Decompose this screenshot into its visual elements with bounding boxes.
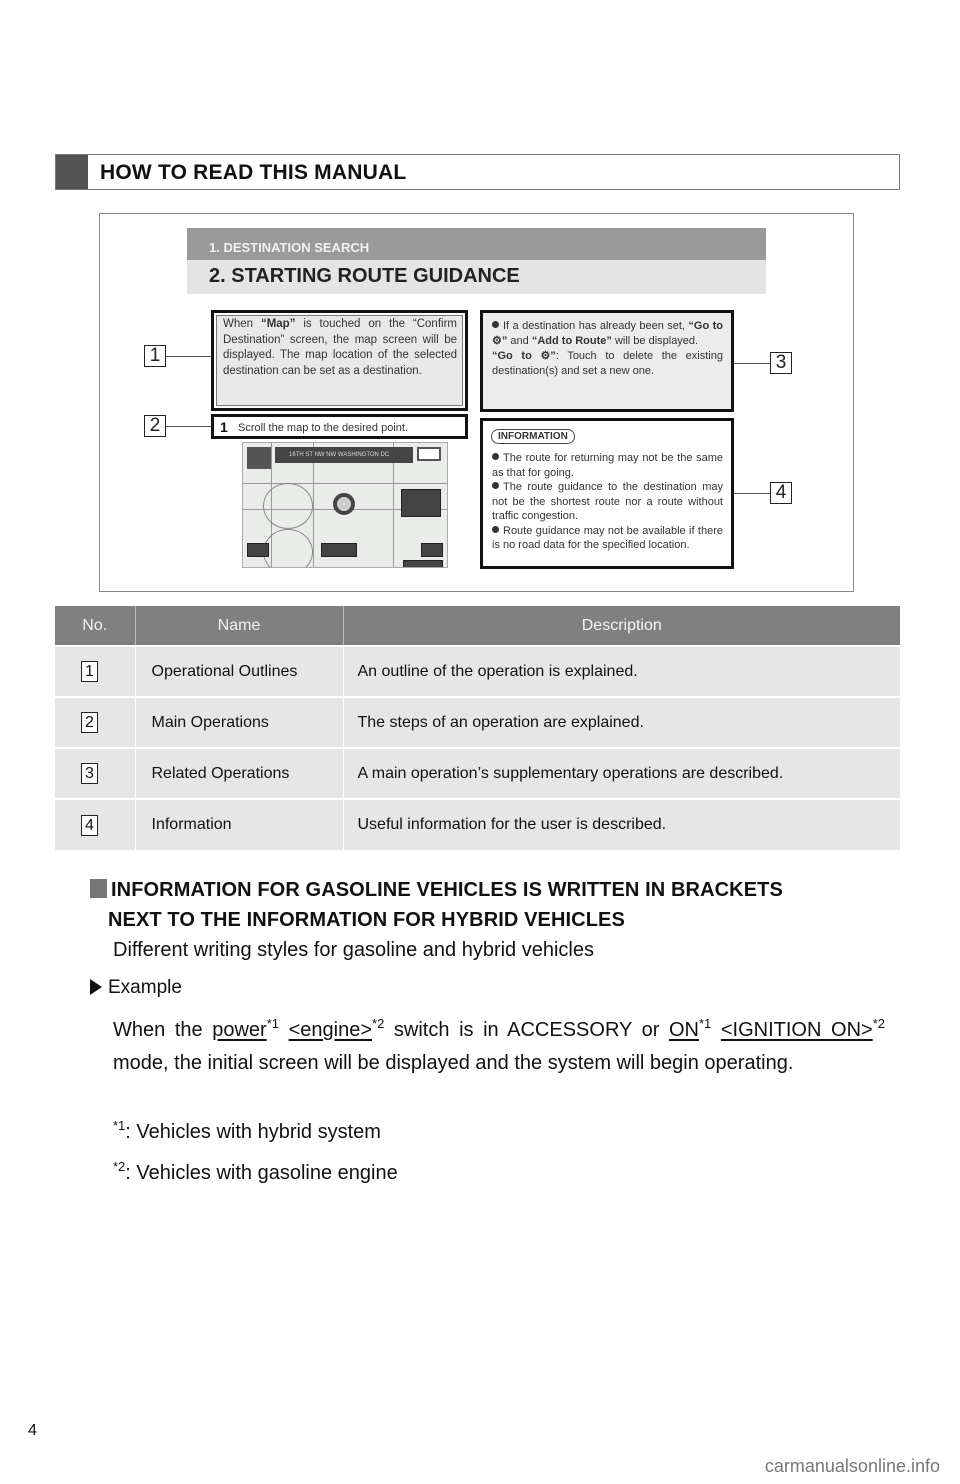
manual-illustration: 1. DESTINATION SEARCH 2. STARTING ROUTE … <box>99 213 854 592</box>
row-description: The steps of an operation are explained. <box>343 696 900 748</box>
information-label: INFORMATION <box>491 429 575 444</box>
example-paragraph: When the power*1 <engine>*2 switch is in… <box>113 1016 885 1074</box>
table-row: 1 Operational Outlines An outline of the… <box>55 645 900 697</box>
column-header-name: Name <box>135 606 344 646</box>
map-input-location-button <box>401 489 441 517</box>
row-number-box: 2 <box>81 712 98 733</box>
section-header-tab <box>56 155 88 189</box>
map-screen-image: 16TH ST NW NW WASHINGTON DC <box>242 442 448 568</box>
row-description: Useful information for the user is descr… <box>343 798 900 850</box>
bullet-icon <box>492 321 499 328</box>
illustration-chapter-band: 1. DESTINATION SEARCH <box>187 228 766 260</box>
step-number: 1 <box>220 419 228 435</box>
main-operation-step-box: 1 Scroll the map to the desired point. <box>211 414 468 439</box>
row-name: Main Operations <box>135 696 344 748</box>
page-number: 4 <box>28 1422 37 1439</box>
row-number-box: 4 <box>81 814 98 836</box>
square-bullet-icon <box>90 879 107 898</box>
bullet-icon <box>492 525 499 533</box>
operational-outline-text: When “Map” is touched on the “Confirm De… <box>223 318 457 377</box>
subsection-intro: Different writing styles for gasoline an… <box>113 939 594 961</box>
map-zoom-button <box>421 543 443 557</box>
footnote-hybrid: *1: Vehicles with hybrid system <box>113 1118 381 1143</box>
example-label: Example <box>90 977 182 999</box>
information-item: The route for returning may not be the s… <box>492 452 723 479</box>
map-scale-label <box>403 560 443 567</box>
step-text: Scroll the map to the desired point. <box>238 422 408 434</box>
table-header-row: No. Name Description <box>55 606 900 646</box>
subsection-heading: INFORMATION FOR GASOLINE VEHICLES IS WRI… <box>90 875 900 935</box>
map-back-icon <box>417 447 441 461</box>
callout-2: 2 <box>144 415 166 437</box>
row-description: A main operation’s supplementary operati… <box>343 747 900 799</box>
footnote-gasoline: *2: Vehicles with gasoline engine <box>113 1159 398 1184</box>
map-menu-icon <box>247 447 271 469</box>
section-title: HOW TO READ THIS MANUAL <box>100 161 407 184</box>
related-operations-text: If a destination has already been set, “… <box>492 320 724 377</box>
callout-1: 1 <box>144 345 166 367</box>
row-name: Related Operations <box>135 747 344 799</box>
information-item: Route guidance may not be available if t… <box>492 524 723 551</box>
table-row: 2 Main Operations The steps of an operat… <box>55 696 900 748</box>
information-list: The route for returning may not be the s… <box>492 451 723 553</box>
bullet-icon <box>492 453 499 460</box>
watermark: carmanualsonline.info <box>764 1456 940 1476</box>
related-operations-box: If a destination has already been set, “… <box>480 310 734 412</box>
row-description: An outline of the operation is explained… <box>343 645 900 697</box>
information-item: The route guidance to the destination ma… <box>492 481 723 522</box>
row-name: Information <box>135 798 344 850</box>
bullet-icon <box>492 482 499 489</box>
row-number-box: 1 <box>81 661 98 682</box>
map-options-button <box>321 543 357 557</box>
section-header: HOW TO READ THIS MANUAL <box>55 154 900 190</box>
callout-3: 3 <box>770 352 792 374</box>
triangle-right-icon <box>90 979 102 995</box>
callout-4: 4 <box>770 482 792 504</box>
column-header-description: Description <box>343 606 900 646</box>
row-number-box: 3 <box>81 763 98 784</box>
information-box: INFORMATION The route for returning may … <box>480 418 734 569</box>
operational-outline-box: When “Map” is touched on the “Confirm De… <box>211 310 468 411</box>
map-cursor-icon <box>333 493 355 515</box>
legend-table: No. Name Description 1 Operational Outli… <box>55 606 900 850</box>
map-address-bar: 16TH ST NW NW WASHINGTON DC <box>275 447 413 463</box>
column-header-no: No. <box>55 606 136 646</box>
table-row: 4 Information Useful information for the… <box>55 798 900 850</box>
table-row: 3 Related Operations A main operation’s … <box>55 747 900 799</box>
row-name: Operational Outlines <box>135 645 344 697</box>
illustration-section-band: 2. STARTING ROUTE GUIDANCE <box>187 260 766 294</box>
map-zoom-button <box>247 543 269 557</box>
